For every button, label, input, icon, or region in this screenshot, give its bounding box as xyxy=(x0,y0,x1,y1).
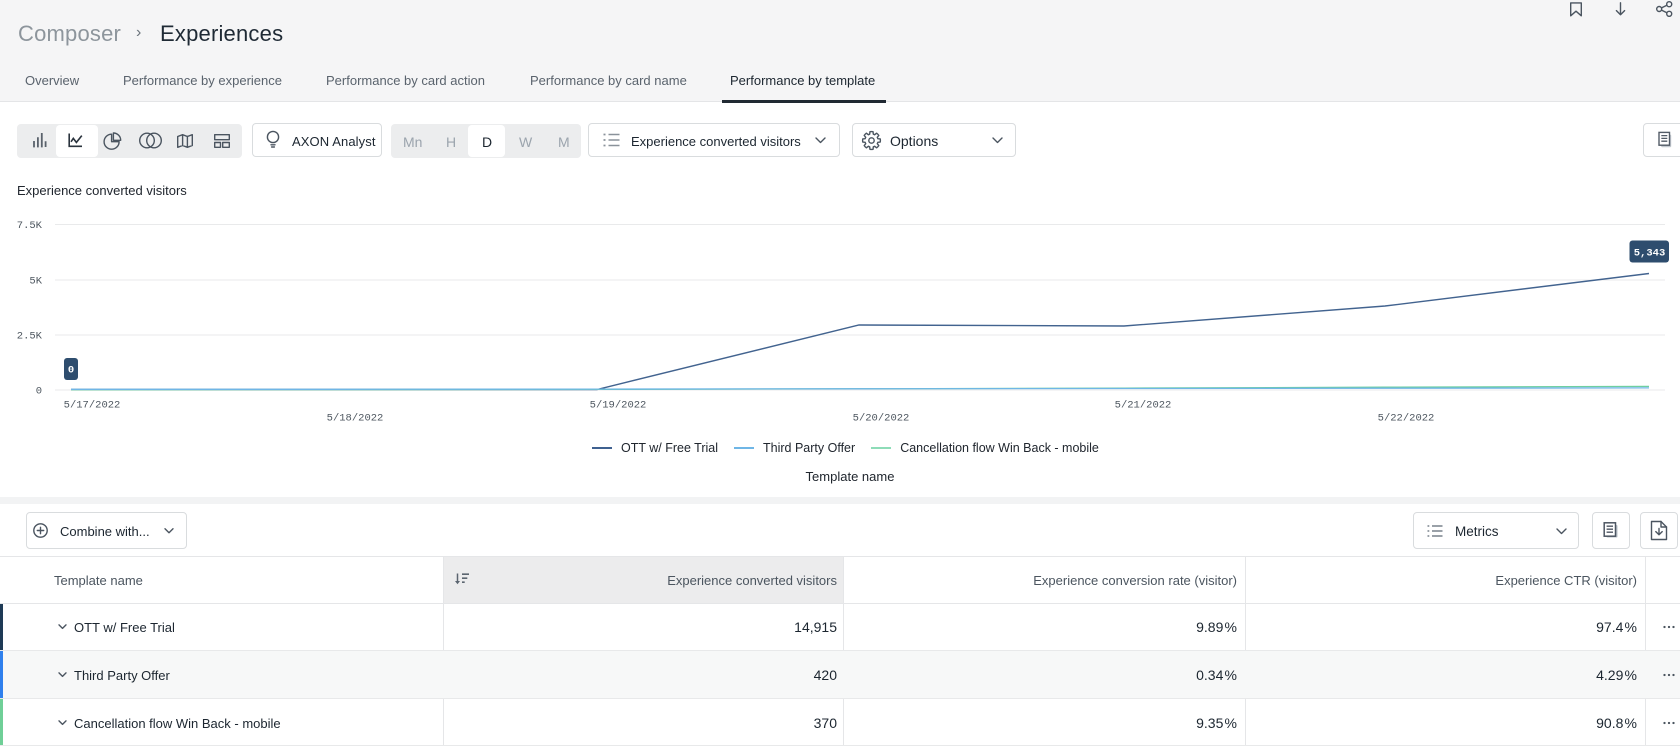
svg-text:5/19/2022: 5/19/2022 xyxy=(590,400,647,412)
svg-text:5K: 5K xyxy=(29,276,42,288)
svg-text:5,343: 5,343 xyxy=(1634,248,1666,260)
svg-text:5/18/2022: 5/18/2022 xyxy=(327,413,384,425)
svg-text:5/17/2022: 5/17/2022 xyxy=(64,400,121,412)
svg-text:5/21/2022: 5/21/2022 xyxy=(1115,400,1172,412)
svg-text:5/22/2022: 5/22/2022 xyxy=(1378,413,1435,425)
svg-text:0: 0 xyxy=(36,386,42,398)
svg-text:0: 0 xyxy=(68,365,74,377)
svg-text:7.5K: 7.5K xyxy=(17,220,43,232)
svg-text:5/20/2022: 5/20/2022 xyxy=(853,413,910,425)
svg-text:2.5K: 2.5K xyxy=(17,331,43,343)
